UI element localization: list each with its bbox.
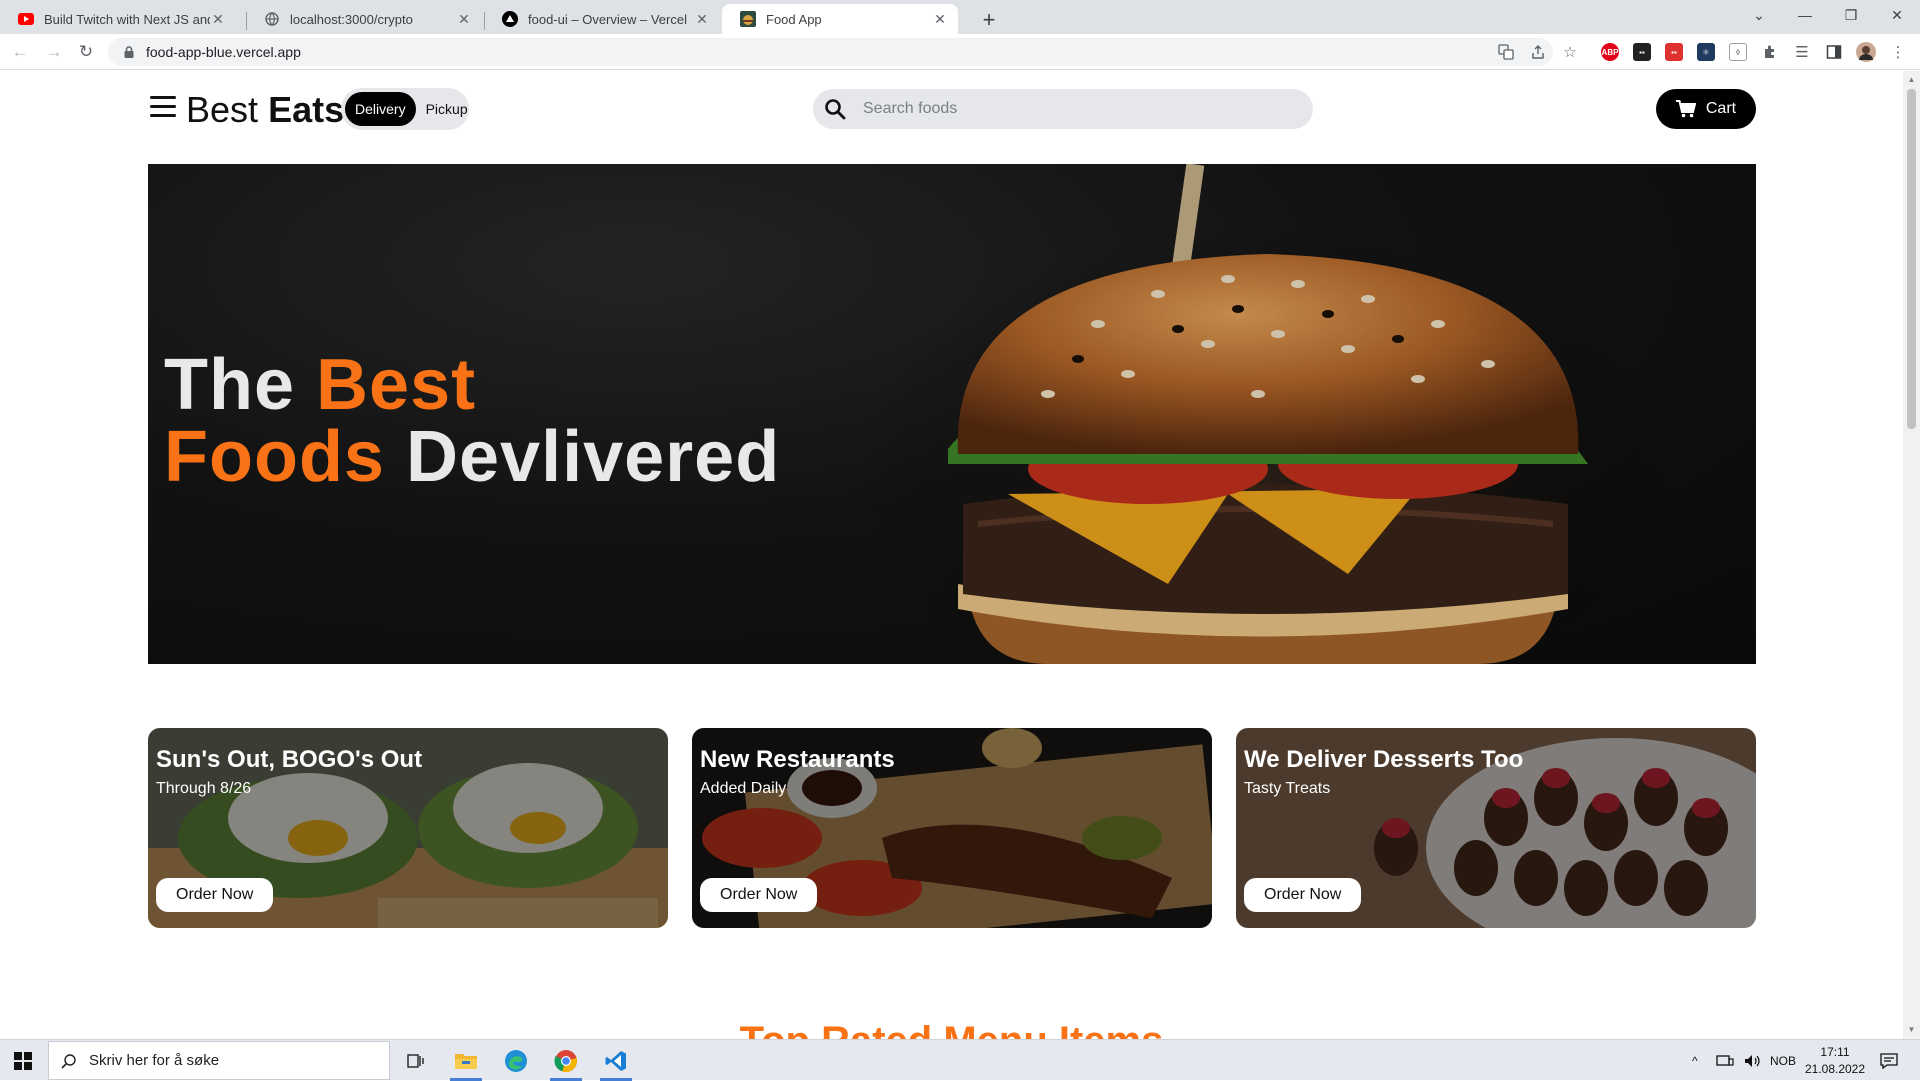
bookmark-star-icon[interactable]: ☆	[1560, 42, 1580, 62]
brand-bold: Eats	[268, 89, 345, 130]
back-button[interactable]: ←	[6, 38, 34, 66]
page-viewport: Best Eats Delivery Pickup Cart	[0, 71, 1903, 1039]
taskbar-search-placeholder: Skriv her for å søke	[89, 1052, 220, 1069]
taskbar-search-box[interactable]: Skriv her for å søke	[48, 1041, 390, 1080]
order-now-button[interactable]: Order Now	[700, 878, 818, 912]
tab-title: localhost:3000/crypto	[290, 11, 413, 27]
task-view-icon[interactable]	[392, 1040, 440, 1081]
tab-title: Build Twitch with Next JS and Tailwind	[44, 11, 210, 27]
brand-light: Best	[186, 89, 259, 130]
windows-taskbar: Skriv her for å søke ^ NOB 17:11 21.08.2…	[0, 1039, 1920, 1081]
input-language[interactable]: NOB	[1770, 1040, 1796, 1081]
delivery-option[interactable]: Delivery	[345, 92, 416, 126]
vercel-icon	[502, 11, 518, 27]
card-title: We Deliver Desserts Too	[1244, 746, 1524, 773]
search-icon	[825, 99, 846, 120]
translate-icon[interactable]	[1496, 42, 1516, 62]
kebab-menu-icon[interactable]: ⋮	[1888, 42, 1908, 62]
card-title: Sun's Out, BOGO's Out	[156, 746, 423, 773]
hero-word: Devlivered	[405, 417, 781, 497]
reload-button[interactable]: ↻	[72, 38, 100, 66]
card-subtitle: Tasty Treats	[1244, 780, 1331, 797]
scroll-down-icon[interactable]: ▼	[1907, 1025, 1916, 1035]
brand-logo[interactable]: Best Eats	[186, 89, 344, 131]
new-tab-button[interactable]: +	[975, 6, 1003, 34]
order-now-button[interactable]: Order Now	[156, 878, 274, 912]
order-now-button[interactable]: Order Now	[1244, 878, 1362, 912]
search-icon	[61, 1053, 76, 1069]
cart-icon	[1675, 100, 1696, 118]
close-icon[interactable]: ✕	[456, 11, 472, 28]
browser-tab-active[interactable]: Food App ✕	[722, 4, 958, 34]
extension-icon[interactable]: ▪▪	[1665, 43, 1683, 61]
network-icon[interactable]	[1716, 1040, 1734, 1081]
clock-date: 21.08.2022	[1804, 1062, 1866, 1076]
promo-cards: Sun's Out, BOGO's Out Through 8/26 Order…	[148, 728, 1756, 928]
hamburger-menu-icon[interactable]	[150, 96, 176, 118]
site-header: Best Eats Delivery Pickup Cart	[148, 86, 1756, 134]
section-heading-partial: Top Rated Menu Items	[0, 1021, 1903, 1039]
close-icon[interactable]: ✕	[932, 11, 948, 28]
card-title: New Restaurants	[700, 746, 895, 773]
volume-icon[interactable]	[1744, 1040, 1762, 1081]
promo-card: We Deliver Desserts Too Tasty Treats Ord…	[1236, 728, 1756, 928]
extension-icon[interactable]: ▪▪	[1633, 43, 1651, 61]
file-explorer-icon[interactable]	[442, 1040, 490, 1081]
globe-icon	[264, 11, 280, 27]
restore-button[interactable]: ❐	[1828, 0, 1874, 30]
hero-word-accent: Foods	[164, 417, 385, 497]
youtube-icon	[18, 11, 34, 27]
scroll-up-icon[interactable]: ▲	[1907, 75, 1916, 85]
page-scrollbar[interactable]: ▲ ▼	[1903, 71, 1920, 1039]
shield-icon[interactable]: ◊	[1729, 43, 1747, 61]
browser-tab[interactable]: Build Twitch with Next JS and Tailwind ✕	[0, 4, 236, 34]
react-devtools-icon[interactable]: ⚛	[1697, 43, 1715, 61]
tab-search-chevron-icon[interactable]: ⌄	[1736, 0, 1782, 30]
forward-button[interactable]: →	[40, 38, 68, 66]
profile-avatar[interactable]	[1856, 42, 1876, 62]
search-bar	[813, 89, 1313, 129]
close-window-button[interactable]: ✕	[1874, 0, 1920, 30]
food-app-icon	[740, 11, 756, 27]
hero-banner: The Best Foods Devlivered	[148, 164, 1756, 664]
share-icon[interactable]	[1528, 42, 1548, 62]
extensions-puzzle-icon[interactable]	[1760, 42, 1780, 62]
card-subtitle: Added Daily	[700, 780, 787, 797]
tab-title: Food App	[766, 11, 822, 27]
reading-list-icon[interactable]: ☰	[1792, 42, 1812, 62]
scrollbar-thumb[interactable]	[1907, 89, 1916, 429]
browser-tab[interactable]: localhost:3000/crypto ✕	[246, 4, 482, 34]
search-input[interactable]	[861, 99, 1281, 119]
chrome-browser-icon[interactable]	[542, 1040, 590, 1081]
taskbar-clock[interactable]: 17:11 21.08.2022	[1800, 1044, 1870, 1078]
side-panel-icon[interactable]	[1824, 42, 1844, 62]
tray-chevron-icon[interactable]: ^	[1692, 1040, 1698, 1081]
close-icon[interactable]: ✕	[210, 11, 226, 28]
windows-start-icon[interactable]	[0, 1040, 46, 1081]
clock-time: 17:11	[1820, 1045, 1850, 1059]
browser-tab[interactable]: food-ui – Overview – Vercel ✕	[484, 4, 720, 34]
card-subtitle: Through 8/26	[156, 780, 252, 797]
tab-title: food-ui – Overview – Vercel	[528, 11, 687, 27]
minimize-button[interactable]: —	[1782, 0, 1828, 30]
edge-browser-icon[interactable]	[492, 1040, 540, 1081]
url-text: food-app-blue.vercel.app	[146, 44, 301, 60]
pickup-option[interactable]: Pickup	[416, 92, 478, 126]
lock-icon	[124, 46, 134, 58]
adblock-extension-icon[interactable]: ABP	[1601, 43, 1619, 61]
promo-card: Sun's Out, BOGO's Out Through 8/26 Order…	[148, 728, 668, 928]
promo-card: New Restaurants Added Daily Order Now	[692, 728, 1212, 928]
hero-word: The	[164, 345, 296, 425]
browser-tab-strip: Build Twitch with Next JS and Tailwind ✕…	[0, 0, 1920, 34]
address-bar[interactable]: food-app-blue.vercel.app	[108, 38, 1553, 66]
cart-label: Cart	[1705, 100, 1737, 117]
close-icon[interactable]: ✕	[694, 11, 710, 28]
notifications-icon[interactable]	[1880, 1040, 1898, 1081]
hero-heading: The Best Foods Devlivered	[164, 349, 780, 493]
browser-toolbar: ← → ↻ food-app-blue.vercel.app ☆ ABP ▪▪ …	[0, 34, 1920, 70]
cart-button[interactable]: Cart	[1656, 89, 1756, 129]
vscode-icon[interactable]	[592, 1040, 640, 1081]
hero-word-accent: Best	[316, 345, 477, 425]
delivery-pickup-toggle: Delivery Pickup	[341, 88, 469, 130]
